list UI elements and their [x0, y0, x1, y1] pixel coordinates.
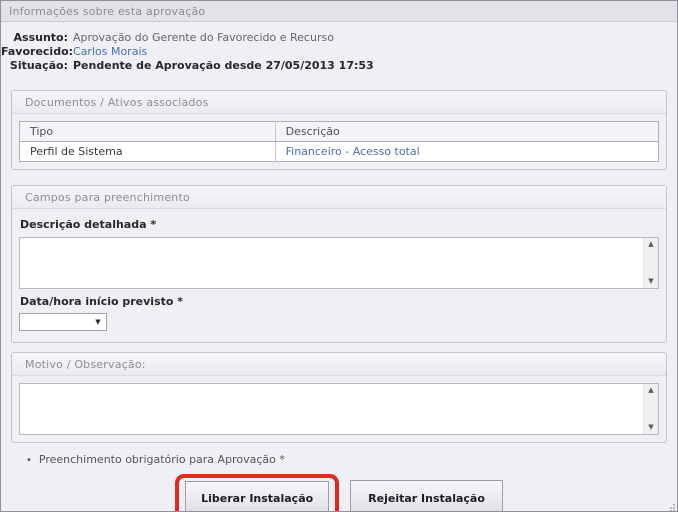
scroll-up-icon[interactable]: ▲ — [648, 387, 653, 394]
datetime-label: Data/hora início previsto * — [20, 295, 658, 309]
column-header-descricao: Descrição — [275, 122, 658, 142]
associated-assets-table: Tipo Descrição Perfil de Sistema Finance… — [19, 121, 659, 162]
reason-panel-body: ▲ ▼ — [12, 376, 666, 442]
documents-panel-title: Documentos / Ativos associados — [12, 91, 666, 114]
situacao-value: Pendente de Aprovação desde 27/05/2013 1… — [73, 59, 374, 73]
action-buttons: Liberar Instalação Rejeitar Instalação — [1, 474, 677, 512]
resize-grip[interactable] — [667, 501, 675, 509]
column-header-tipo: Tipo — [20, 122, 276, 142]
reason-textarea[interactable] — [20, 384, 643, 434]
bullet-icon: • — [26, 454, 32, 467]
description-scrollbar[interactable]: ▲ ▼ — [643, 238, 658, 288]
descricao-link[interactable]: Financeiro - Acesso total — [286, 145, 420, 158]
situacao-label: Situação: — [1, 59, 68, 73]
approval-info: Assunto: Aprovação do Gerente do Favorec… — [1, 22, 677, 73]
reason-scrollbar[interactable]: ▲ ▼ — [643, 384, 658, 434]
info-row-favorecido: Favorecido: Carlos Morais — [1, 45, 677, 59]
favorecido-label: Favorecido: — [1, 45, 68, 59]
required-note-text: Preenchimento obrigatório para Aprovação… — [39, 453, 285, 466]
reason-textarea-frame: ▲ ▼ — [19, 383, 659, 435]
description-label: Descrição detalhada * — [20, 218, 658, 232]
favorecido-link[interactable]: Carlos Morais — [73, 45, 147, 59]
fill-fields-panel-body: Descrição detalhada * ▲ ▼ Data/hora iníc… — [12, 209, 666, 342]
cell-tipo: Perfil de Sistema — [20, 142, 276, 162]
info-row-assunto: Assunto: Aprovação do Gerente do Favorec… — [1, 31, 677, 45]
reason-panel: Motivo / Observação: ▲ ▼ — [11, 352, 667, 443]
assunto-label: Assunto: — [1, 31, 68, 45]
documents-panel: Documentos / Ativos associados Tipo Desc… — [11, 90, 667, 170]
window-titlebar: Informações sobre esta aprovação — [1, 1, 677, 22]
documents-panel-body: Tipo Descrição Perfil de Sistema Finance… — [12, 114, 666, 169]
chevron-down-icon[interactable]: ▼ — [90, 314, 106, 330]
rejeitar-instalacao-button[interactable]: Rejeitar Instalação — [350, 480, 503, 512]
fill-fields-panel-title: Campos para preenchimento — [12, 186, 666, 209]
datetime-select[interactable]: ▼ — [19, 313, 107, 331]
scroll-down-icon[interactable]: ▼ — [648, 278, 653, 285]
liberar-instalacao-button[interactable]: Liberar Instalação — [185, 481, 329, 512]
description-textarea-frame: ▲ ▼ — [19, 237, 659, 289]
window-title: Informações sobre esta aprovação — [9, 5, 205, 18]
approval-window: Informações sobre esta aprovação Assunto… — [0, 0, 678, 512]
scroll-down-icon[interactable]: ▼ — [648, 424, 653, 431]
red-highlight-annotation: Liberar Instalação — [175, 474, 339, 512]
reason-panel-title: Motivo / Observação: — [12, 353, 666, 376]
table-header-row: Tipo Descrição — [20, 122, 659, 142]
info-row-situacao: Situação: Pendente de Aprovação desde 27… — [1, 59, 677, 73]
required-note: • Preenchimento obrigatório para Aprovaç… — [26, 453, 667, 467]
scroll-up-icon[interactable]: ▲ — [648, 241, 653, 248]
fill-fields-panel: Campos para preenchimento Descrição deta… — [11, 185, 667, 343]
description-textarea[interactable] — [20, 238, 643, 288]
assunto-value: Aprovação do Gerente do Favorecido e Rec… — [73, 31, 334, 45]
table-row: Perfil de Sistema Financeiro - Acesso to… — [20, 142, 659, 162]
